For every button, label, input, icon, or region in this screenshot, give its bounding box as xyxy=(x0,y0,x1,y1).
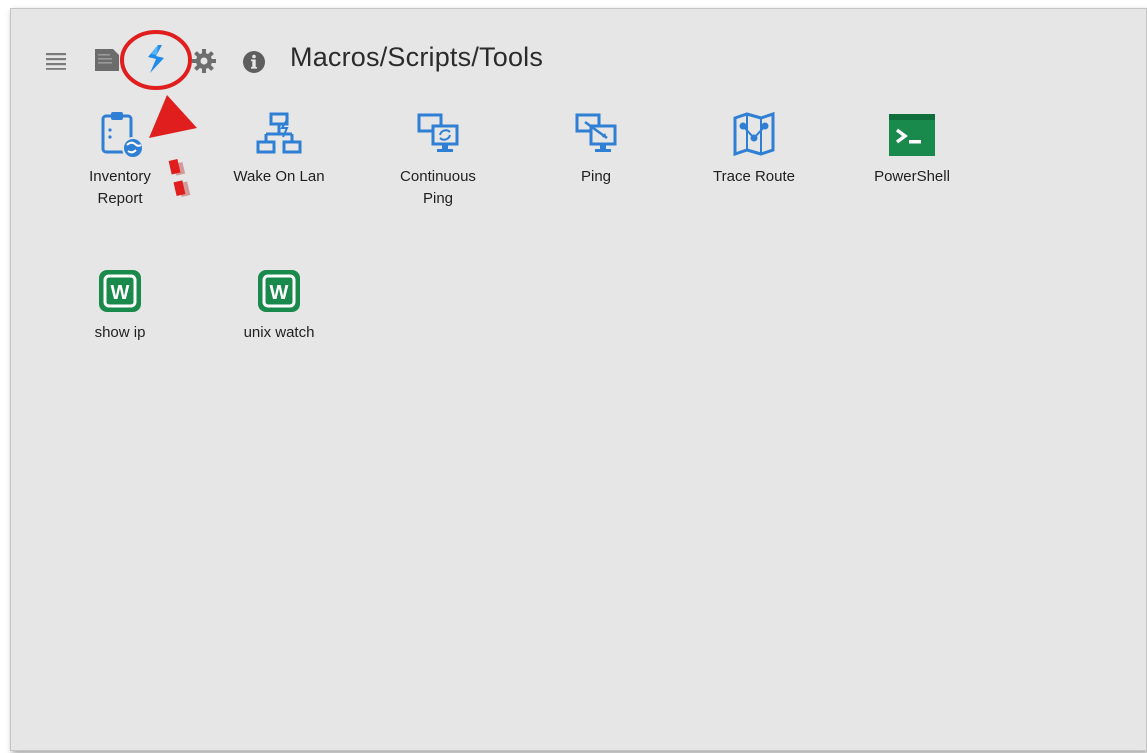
tool-powershell[interactable]: PowerShell xyxy=(862,110,962,188)
inventory-report-icon xyxy=(95,110,145,160)
tool-label: Trace Route xyxy=(713,168,795,185)
document-icon[interactable] xyxy=(93,47,121,80)
tool-label: Continuous Ping xyxy=(400,168,476,207)
tool-unix-watch[interactable]: W unix watch xyxy=(229,266,329,344)
tool-trace-route[interactable]: Trace Route xyxy=(704,110,804,188)
menu-icon[interactable] xyxy=(46,52,68,75)
tool-label: Ping xyxy=(580,168,612,185)
svg-text:W: W xyxy=(270,282,289,304)
tool-wake-on-lan[interactable]: Wake On Lan xyxy=(229,110,329,188)
svg-text:W: W xyxy=(111,282,130,304)
continuous-ping-icon xyxy=(413,110,463,160)
page-title: Macros/Scripts/Tools xyxy=(290,42,544,72)
w-script-icon: W xyxy=(95,266,145,316)
w-script-icon: W xyxy=(254,266,304,316)
ping-icon xyxy=(571,110,621,160)
tool-label: Wake On Lan xyxy=(233,168,325,185)
gear-icon[interactable] xyxy=(191,48,217,79)
tool-ping[interactable]: Ping xyxy=(546,110,646,188)
tool-show-ip[interactable]: W show ip xyxy=(70,266,170,344)
macros-icon[interactable] xyxy=(145,44,167,79)
tool-label: Inventory Report xyxy=(89,168,151,207)
powershell-icon xyxy=(887,110,937,160)
info-icon[interactable] xyxy=(242,50,266,79)
tool-inventory-report[interactable]: Inventory Report xyxy=(70,110,170,210)
tool-label: unix watch xyxy=(243,324,315,341)
tool-label: show ip xyxy=(94,324,146,341)
tool-label: PowerShell xyxy=(874,168,950,185)
trace-route-icon xyxy=(729,110,779,160)
wake-on-lan-icon xyxy=(254,110,304,160)
tool-continuous-ping[interactable]: Continuous Ping xyxy=(388,110,488,210)
